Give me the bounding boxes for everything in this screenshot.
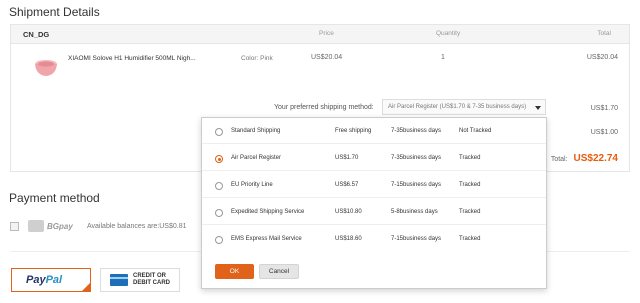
product-total: US$20.04 — [586, 54, 618, 61]
wallet-icon — [28, 220, 44, 232]
option-time: 7-35business days — [391, 155, 442, 161]
option-tracking: Tracked — [459, 182, 481, 188]
shipping-method-label: Your preferred shipping method: — [274, 104, 374, 111]
credit-card-label-line1: CREDIT OR — [133, 273, 166, 279]
bgpay-label: BGpay — [47, 222, 73, 231]
order-total: Total: US$22.74 — [551, 153, 618, 164]
additional-cost: US$1.00 — [590, 129, 618, 136]
bgpay-checkbox[interactable] — [10, 222, 19, 231]
price-column-header: Price — [319, 30, 334, 37]
option-name: Expedited Shipping Service — [231, 209, 305, 215]
total-column-header: Total — [597, 30, 611, 37]
shipping-option-expedited[interactable]: Expedited Shipping Service US$10.80 5-8b… — [202, 199, 546, 225]
total-label: Total: — [550, 156, 568, 163]
shipping-option-standard[interactable]: Standard Shipping Free shipping 7-35busi… — [202, 118, 546, 144]
option-tracking: Tracked — [459, 236, 481, 242]
shipping-method-select[interactable]: Air Parcel Register (US$1.70 & 7-35 busi… — [382, 99, 546, 115]
option-name: Air Parcel Register — [231, 155, 282, 161]
shipping-cost: US$1.70 — [590, 105, 618, 112]
radio-button[interactable] — [215, 128, 223, 136]
option-time: 7-35business days — [391, 128, 442, 134]
option-time: 5-8business days — [391, 209, 438, 215]
shipping-options-dropdown: Standard Shipping Free shipping 7-35busi… — [201, 117, 547, 289]
product-price: US$20.04 — [311, 54, 343, 61]
option-name: Standard Shipping — [231, 128, 281, 134]
shipping-option-air-parcel[interactable]: Air Parcel Register US$1.70 7-35business… — [202, 145, 546, 171]
option-time: 7-15business days — [391, 236, 442, 242]
product-color: Color: Pink — [241, 55, 273, 62]
option-name: EMS Express Mail Service — [231, 236, 302, 242]
paypal-logo: PayPal — [26, 274, 62, 286]
selected-corner-icon — [82, 283, 90, 291]
product-quantity: 1 — [441, 54, 445, 61]
product-thumbnail[interactable] — [33, 56, 59, 78]
shipping-option-eu-priority[interactable]: EU Priority Line US$6.57 7-15business da… — [202, 172, 546, 198]
radio-button[interactable] — [215, 209, 223, 217]
option-cost: US$10.80 — [335, 209, 362, 215]
order-header: CN_DG Price Quantity Total — [11, 25, 629, 44]
radio-button-checked[interactable] — [215, 155, 223, 163]
paypal-logo-pay: Pay — [26, 274, 46, 286]
shipment-details-title: Shipment Details — [9, 5, 100, 19]
option-tracking: Tracked — [459, 209, 481, 215]
shipping-method-value: Air Parcel Register (US$1.70 & 7-35 busi… — [388, 104, 527, 110]
cancel-button[interactable]: Cancel — [259, 264, 299, 279]
credit-card-option[interactable]: CREDIT OR DEBIT CARD — [100, 268, 180, 292]
store-name: CN_DG — [23, 30, 50, 39]
option-cost: US$6.57 — [335, 182, 359, 188]
caret-down-icon — [535, 106, 541, 110]
option-cost: US$1.70 — [335, 155, 359, 161]
option-cost: Free shipping — [335, 128, 372, 134]
balance-text: Available balances are:US$0.81 — [87, 223, 187, 230]
option-tracking: Not Tracked — [459, 128, 492, 134]
option-cost: US$18.60 — [335, 236, 362, 242]
ok-button[interactable]: OK — [215, 264, 254, 279]
credit-card-label-line2: DEBIT CARD — [133, 280, 170, 286]
option-time: 7-15business days — [391, 182, 442, 188]
quantity-column-header: Quantity — [436, 30, 461, 37]
credit-card-label: CREDIT OR DEBIT CARD — [133, 273, 170, 287]
paypal-logo-pal: Pal — [45, 274, 63, 286]
radio-button[interactable] — [215, 236, 223, 244]
total-value: US$22.74 — [573, 153, 618, 164]
radio-button[interactable] — [215, 182, 223, 190]
credit-card-icon — [110, 274, 128, 286]
payment-method-title: Payment method — [9, 191, 100, 205]
paypal-option[interactable]: PayPal — [11, 268, 91, 292]
shipping-option-ems[interactable]: EMS Express Mail Service US$18.60 7-15bu… — [202, 226, 546, 252]
option-tracking: Tracked — [459, 155, 481, 161]
product-name-link[interactable]: XIAOMI Solove H1 Humidifier 500ML Nigh..… — [68, 55, 196, 62]
option-name: EU Priority Line — [231, 182, 273, 188]
